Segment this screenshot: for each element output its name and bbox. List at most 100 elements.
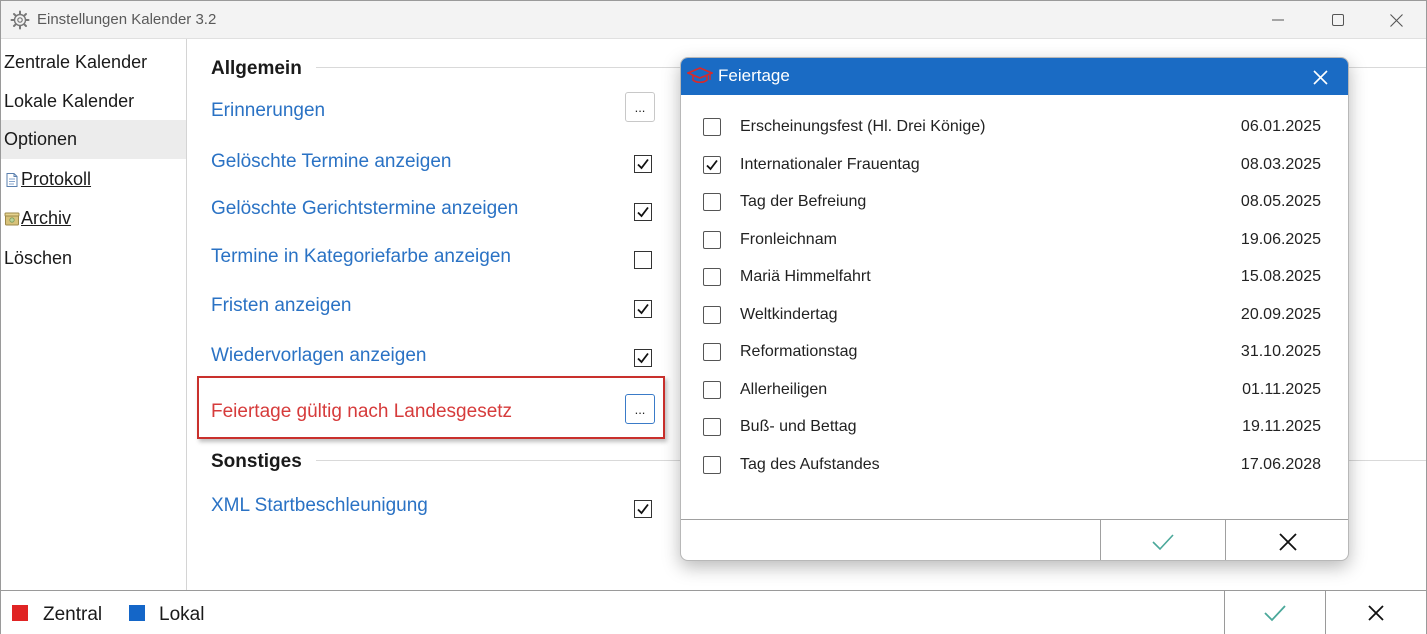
check-icon bbox=[637, 503, 649, 515]
option-label-geloeschte-termine: Gelöschte Termine anzeigen bbox=[211, 151, 452, 172]
holiday-date: 19.11.2025 bbox=[1242, 418, 1321, 435]
holiday-name: Tag des Aufstandes bbox=[740, 455, 880, 473]
dialog-title: Feiertage bbox=[718, 66, 790, 85]
holiday-name: Erscheinungsfest (Hl. Drei Könige) bbox=[740, 118, 986, 135]
dialog-ok-button[interactable] bbox=[1100, 520, 1225, 560]
check-icon bbox=[637, 303, 649, 315]
holiday-row[interactable]: Tag der Befreiung 08.05.2025 bbox=[681, 184, 1348, 221]
dialog-close-button[interactable] bbox=[1305, 63, 1335, 91]
feiertage-dialog: Feiertage Erscheinungsfest (Hl. Drei Kön… bbox=[680, 57, 1349, 561]
check-icon bbox=[1152, 533, 1174, 550]
xml-startbeschleunigung-checkbox[interactable] bbox=[634, 500, 652, 518]
holiday-date: 08.05.2025 bbox=[1240, 193, 1321, 210]
holiday-date: 31.10.2025 bbox=[1240, 343, 1321, 360]
wiedervorlagen-checkbox[interactable] bbox=[634, 349, 652, 367]
check-icon bbox=[637, 206, 649, 218]
legend-color-zentral bbox=[12, 605, 28, 621]
sidebar-item-label: Löschen bbox=[4, 248, 73, 268]
close-icon bbox=[1312, 69, 1328, 85]
holiday-date: 15.08.2025 bbox=[1240, 268, 1321, 285]
fristen-checkbox[interactable] bbox=[634, 300, 652, 318]
legend-color-lokal bbox=[129, 605, 145, 621]
holiday-date: 17.06.2028 bbox=[1240, 455, 1321, 473]
option-label-kategoriefarbe: Termine in Kategoriefarbe anzeigen bbox=[211, 246, 511, 267]
holiday-row[interactable]: Weltkindertag 20.09.2025 bbox=[681, 297, 1348, 334]
close-icon bbox=[1279, 532, 1297, 551]
sidebar-item-loeschen[interactable]: Löschen bbox=[1, 239, 186, 278]
maximize-button[interactable] bbox=[1312, 1, 1364, 39]
holiday-name: Reformationstag bbox=[740, 343, 858, 360]
holiday-checkbox[interactable] bbox=[703, 155, 721, 174]
option-label-xml-startbeschleunigung: XML Startbeschleunigung bbox=[211, 495, 428, 516]
holiday-row[interactable]: Tag des Aufstandes 17.06.2028 bbox=[681, 447, 1348, 484]
holiday-name: Mariä Himmelfahrt bbox=[740, 268, 871, 285]
sidebar-item-archiv[interactable]: Archiv bbox=[1, 199, 186, 238]
footer-bar: Zentral Lokal bbox=[1, 590, 1426, 634]
archive-icon bbox=[4, 211, 20, 227]
holiday-row[interactable]: Buß- und Bettag 19.11.2025 bbox=[681, 409, 1348, 446]
maximize-icon bbox=[1332, 14, 1344, 26]
sidebar-item-optionen[interactable]: Optionen bbox=[1, 120, 186, 159]
holiday-checkbox[interactable] bbox=[703, 230, 721, 249]
holiday-row[interactable]: Reformationstag 31.10.2025 bbox=[681, 334, 1348, 371]
holiday-row[interactable]: Erscheinungsfest (Hl. Drei Könige) 06.01.… bbox=[681, 109, 1348, 146]
option-label-erinnerungen: Erinnerungen bbox=[211, 100, 326, 121]
section-title-sonstiges: Sonstiges bbox=[211, 451, 302, 472]
holiday-checkbox[interactable] bbox=[703, 380, 721, 399]
sidebar-item-label: Lokale Kalender bbox=[4, 91, 135, 111]
check-icon bbox=[637, 352, 649, 364]
holiday-checkbox[interactable] bbox=[703, 455, 721, 474]
holiday-name: Tag der Befreiung bbox=[740, 193, 867, 210]
holiday-row[interactable]: Fronleichnam 19.06.2025 bbox=[681, 222, 1348, 259]
dialog-footer bbox=[681, 519, 1348, 560]
sidebar-item-lokale-kalender[interactable]: Lokale Kalender bbox=[1, 82, 186, 121]
holiday-name: Buß- und Bettag bbox=[740, 418, 857, 435]
holiday-checkbox[interactable] bbox=[703, 343, 721, 361]
holiday-checkbox[interactable] bbox=[703, 118, 721, 136]
holiday-checkbox[interactable] bbox=[703, 418, 721, 436]
option-label-feiertage: Feiertage gültig nach Landesgesetz bbox=[211, 401, 513, 422]
sidebar-item-label: Archiv bbox=[21, 208, 72, 228]
option-label-wiedervorlagen: Wiedervorlagen anzeigen bbox=[211, 345, 427, 366]
holiday-row[interactable]: Allerheiligen 01.11.2025 bbox=[681, 372, 1348, 409]
sidebar-item-protokoll[interactable]: Protokoll bbox=[1, 160, 186, 199]
holiday-checkbox[interactable] bbox=[703, 305, 721, 324]
settings-window: Einstellungen Kalender 3.2 Zentrale Kale… bbox=[0, 0, 1427, 634]
holiday-checkbox[interactable] bbox=[703, 193, 721, 211]
holiday-name: Weltkindertag bbox=[740, 305, 838, 323]
holiday-date: 19.06.2025 bbox=[1240, 230, 1321, 248]
holiday-row[interactable]: Mariä Himmelfahrt 15.08.2025 bbox=[681, 259, 1348, 296]
gear-icon bbox=[10, 10, 30, 30]
holiday-date: 20.09.2025 bbox=[1240, 305, 1321, 323]
title-bar[interactable]: Einstellungen Kalender 3.2 bbox=[1, 1, 1426, 39]
geloeschte-gerichtstermine-checkbox[interactable] bbox=[634, 203, 652, 221]
ok-button[interactable] bbox=[1224, 591, 1325, 634]
close-icon bbox=[1389, 13, 1403, 27]
holiday-name: Internationaler Frauentag bbox=[740, 155, 920, 173]
document-icon bbox=[4, 172, 20, 188]
sidebar-item-zentrale-kalender[interactable]: Zentrale Kalender bbox=[1, 43, 186, 82]
dialog-title-bar[interactable]: Feiertage bbox=[681, 58, 1348, 95]
option-label-fristen: Fristen anzeigen bbox=[211, 295, 352, 316]
section-title-allgemein: Allgemein bbox=[211, 58, 302, 79]
legend-label-zentral: Zentral bbox=[43, 604, 103, 625]
window-close-button[interactable] bbox=[1370, 1, 1422, 39]
feiertage-settings-button[interactable]: ... bbox=[625, 394, 655, 424]
sidebar-item-label: Optionen bbox=[4, 129, 78, 149]
close-icon bbox=[1368, 605, 1384, 621]
holiday-name: Fronleichnam bbox=[740, 230, 837, 248]
holiday-row[interactable]: Internationaler Frauentag 08.03.2025 bbox=[681, 147, 1348, 184]
dialog-cancel-button[interactable] bbox=[1225, 520, 1348, 560]
cancel-button[interactable] bbox=[1325, 591, 1426, 634]
holiday-date: 01.11.2025 bbox=[1242, 380, 1321, 398]
legend-label-lokal: Lokal bbox=[159, 604, 205, 625]
check-icon bbox=[706, 159, 718, 170]
erinnerungen-settings-button[interactable]: ... bbox=[625, 92, 655, 122]
geloeschte-termine-checkbox[interactable] bbox=[634, 155, 652, 173]
kategoriefarbe-checkbox[interactable] bbox=[634, 251, 652, 269]
option-label-geloeschte-gerichtstermine: Gelöschte Gerichtstermine anzeigen bbox=[211, 198, 519, 219]
holiday-checkbox[interactable] bbox=[703, 268, 721, 286]
holiday-date: 08.03.2025 bbox=[1240, 155, 1321, 173]
sidebar-item-label: Protokoll bbox=[21, 169, 92, 189]
minimize-button[interactable] bbox=[1252, 1, 1304, 39]
